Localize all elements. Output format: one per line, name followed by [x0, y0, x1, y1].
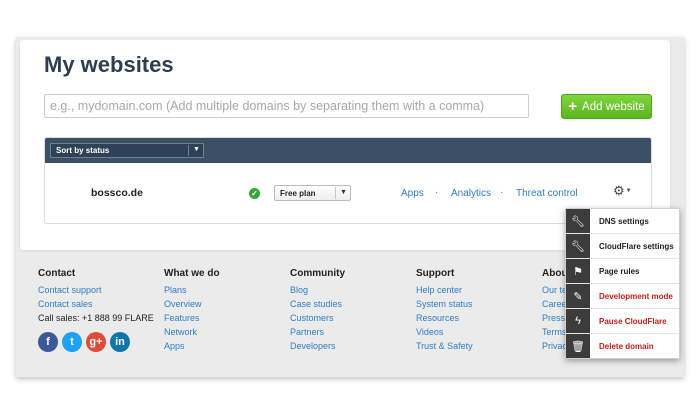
domain-input[interactable] — [45, 95, 528, 117]
menu-item-label: DNS settings — [599, 216, 649, 226]
footer-column-community: Community Blog Case studies Customers Pa… — [290, 267, 345, 354]
menu-item-label: Pause CloudFlare — [599, 316, 667, 326]
menu-item-page-rules[interactable]: ⚑ Page rules — [566, 259, 679, 284]
wrench-icon: 🔧︎ — [566, 234, 590, 258]
table-header: Sort by status ▼ — [45, 138, 651, 163]
check-circle-icon: ✓ — [249, 188, 260, 199]
footer-link[interactable]: Caree — [542, 298, 568, 312]
menu-item-development-mode[interactable]: ✎ Development mode — [566, 284, 679, 309]
footer-column-what-we-do: What we do Plans Overview Features Netwo… — [164, 267, 220, 354]
plus-icon: + — [568, 98, 578, 115]
page-rules-icon: ⚑ — [566, 259, 590, 283]
trash-icon: 🗑︎ — [566, 334, 590, 358]
footer-column-contact: Contact Contact support Contact sales Ca… — [38, 267, 154, 352]
footer-link[interactable]: Trust & Safety — [416, 340, 473, 354]
link-separator: · — [435, 187, 439, 198]
menu-item-pause-cloudflare[interactable]: ϟ Pause CloudFlare — [566, 309, 679, 334]
gear-icon: ⚙ — [613, 183, 625, 198]
footer-link[interactable]: Plans — [164, 284, 220, 298]
facebook-icon[interactable]: f — [38, 332, 58, 352]
linkedin-icon[interactable]: in — [110, 332, 130, 352]
footer-column-support: Support Help center System status Resour… — [416, 267, 473, 354]
analytics-link[interactable]: Analytics — [451, 188, 491, 199]
sort-label: Sort by status — [56, 146, 110, 155]
pause-plug-icon: ϟ — [566, 309, 590, 333]
footer-link[interactable]: Customers — [290, 312, 345, 326]
sales-phone: Call sales: +1 888 99 FLARE — [38, 313, 154, 323]
chevron-down-icon: ▼ — [193, 146, 200, 153]
add-website-label: Add website — [582, 100, 645, 113]
twitter-icon[interactable]: t — [62, 332, 82, 352]
sort-divider — [188, 145, 189, 156]
footer-link[interactable]: Our te — [542, 284, 568, 298]
menu-item-label: Delete domain — [599, 342, 654, 351]
footer-link[interactable]: Features — [164, 312, 220, 326]
menu-item-label: CloudFlare settings — [599, 241, 674, 251]
footer-link[interactable]: Videos — [416, 326, 473, 340]
footer-link[interactable]: Terms — [542, 326, 568, 340]
websites-table: Sort by status ▼ bossco.de ✓ Free plan ▼… — [44, 137, 652, 224]
page-canvas: My websites + Add website Sort by status… — [0, 0, 700, 400]
footer-link[interactable]: Contact sales — [38, 298, 154, 312]
footer-link[interactable]: Partners — [290, 326, 345, 340]
apps-link[interactable]: Apps — [401, 188, 424, 199]
menu-item-dns-settings[interactable]: 🔧︎ DNS settings — [566, 209, 679, 234]
footer-link[interactable]: Developers — [290, 340, 345, 354]
link-separator: · — [500, 187, 504, 198]
menu-item-label: Development mode — [599, 291, 673, 301]
footer-link[interactable]: Apps — [164, 340, 220, 354]
footer-heading: Contact — [38, 268, 76, 279]
chevron-down-icon: ▼ — [625, 188, 632, 194]
site-settings-button[interactable]: ⚙ ▼ — [613, 183, 635, 199]
footer-link[interactable]: Resources — [416, 312, 473, 326]
plan-select[interactable]: Free plan ▼ — [274, 185, 351, 201]
footer-link[interactable]: Press — [542, 312, 568, 326]
footer-heading: What we do — [164, 268, 220, 279]
footer-link[interactable]: Blog — [290, 284, 345, 298]
footer-link[interactable]: Case studies — [290, 298, 345, 312]
wrench-icon: 🔧︎ — [566, 209, 590, 233]
sort-select[interactable]: Sort by status ▼ — [50, 143, 204, 158]
google-plus-icon[interactable]: g+ — [86, 332, 106, 352]
plan-label: Free plan — [280, 188, 316, 198]
plan-divider — [335, 187, 336, 199]
social-links: f t g+ in — [38, 332, 154, 352]
table-row: bossco.de ✓ Free plan ▼ Apps · Analytics… — [45, 163, 651, 223]
footer-heading: Community — [290, 268, 345, 279]
footer-heading: Support — [416, 268, 455, 279]
footer-heading: Abou — [542, 268, 568, 279]
chevron-down-icon: ▼ — [340, 189, 347, 196]
footer-link[interactable]: Privac — [542, 340, 568, 354]
footer-link[interactable]: System status — [416, 298, 473, 312]
menu-item-label: Page rules — [599, 266, 640, 276]
domain-input-wrapper — [44, 94, 529, 118]
pencil-icon: ✎ — [566, 284, 590, 308]
footer-link[interactable]: Network — [164, 326, 220, 340]
menu-item-cloudflare-settings[interactable]: 🔧︎ CloudFlare settings — [566, 234, 679, 259]
site-settings-menu: 🔧︎ DNS settings 🔧︎ CloudFlare settings ⚑… — [565, 208, 680, 359]
page-title: My websites — [44, 52, 174, 77]
footer-link[interactable]: Help center — [416, 284, 473, 298]
menu-item-delete-domain[interactable]: 🗑︎ Delete domain — [566, 334, 679, 358]
site-domain: bossco.de — [91, 187, 143, 199]
footer-column-about: Abou Our te Caree Press Terms Privac — [542, 267, 568, 354]
add-website-button[interactable]: + Add website — [561, 94, 652, 119]
threat-control-link[interactable]: Threat control — [516, 188, 578, 199]
footer-link[interactable]: Overview — [164, 298, 220, 312]
footer-link[interactable]: Contact support — [38, 284, 154, 298]
